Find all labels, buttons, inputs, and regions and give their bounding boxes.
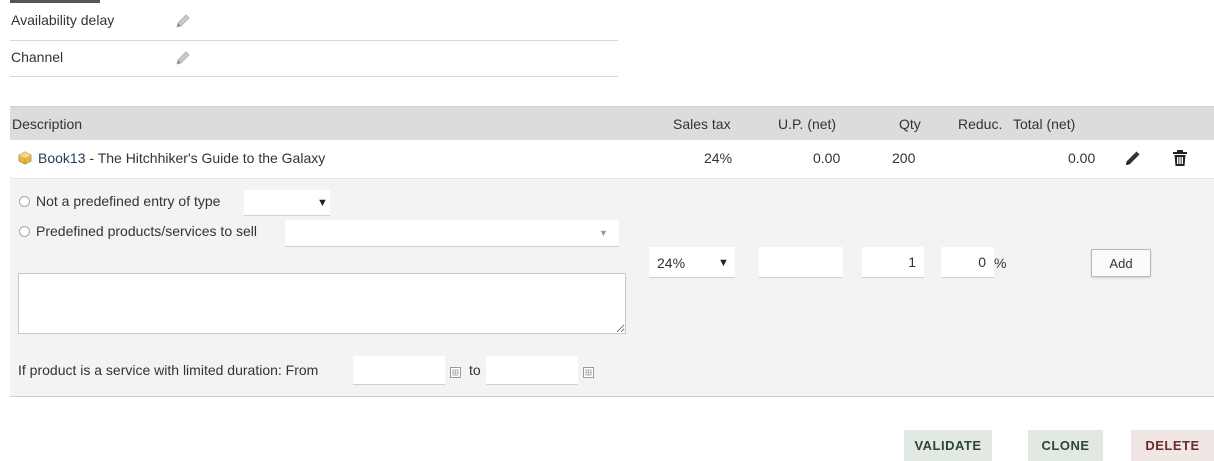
table-header: Description Sales tax U.P. (net) Qty Red… [10,106,1214,141]
add-button[interactable]: Add [1091,249,1151,277]
product-ref: Book13 [38,150,86,166]
radio-free-entry[interactable] [19,196,30,207]
tax-rate-value: 24% [657,255,686,271]
column-header-total-net: Total (net) [1013,116,1076,132]
date-from-input[interactable] [353,356,445,385]
reduction-unit: % [994,255,1007,271]
trash-icon[interactable] [1172,149,1188,170]
add-button-label: Add [1109,255,1133,271]
property-label: Availability delay [11,12,115,28]
qty-input[interactable] [862,247,924,278]
column-header-qty: Qty [899,116,921,132]
date-to-label: to [469,362,481,378]
duration-label: If product is a service with limited dur… [18,362,319,378]
column-header-sales-tax: Sales tax [673,116,731,132]
pencil-icon[interactable] [1123,150,1141,171]
property-label: Channel [11,49,64,65]
chevron-down-icon: ▼ [599,228,608,238]
unit-price-input[interactable] [759,247,843,278]
pencil-icon[interactable] [174,49,192,70]
table-row: Book13 - The Hitchhiker's Guide to the G… [10,140,1214,179]
qty-value: 200 [892,150,916,166]
product-link[interactable]: Book13 - The Hitchhiker's Guide to the G… [38,150,325,166]
column-header-reduction: Reduc. [958,116,1003,132]
total-net-value: 0.00 [1068,150,1096,166]
validate-button[interactable]: VALIDATE [904,430,992,461]
chevron-down-icon: ▼ [317,197,328,209]
product-label: The Hitchhiker's Guide to the Galaxy [97,150,326,166]
clone-button-label: CLONE [1041,438,1090,453]
predefined-product-select[interactable]: ▼ [285,220,619,247]
sales-tax-value: 24% [704,150,733,166]
chevron-down-icon: ▼ [718,257,729,269]
radio-predefined-label: Predefined products/services to sell [36,223,257,239]
description-textarea[interactable] [18,273,626,334]
validate-button-label: VALIDATE [914,438,982,453]
entry-type-select[interactable]: ▼ [244,190,330,216]
product-type-icon [18,151,32,168]
calendar-icon[interactable] [450,365,461,381]
date-to-input[interactable] [486,356,578,385]
product-separator: - [85,150,98,166]
calendar-icon[interactable] [583,365,594,381]
tax-rate-select[interactable]: 24% ▼ [649,247,735,278]
property-row-channel: Channel [10,40,618,77]
column-header-description: Description [12,116,83,132]
column-header-unit-price: U.P. (net) [778,116,837,132]
add-line-form: Not a predefined entry of type ▼ Predefi… [10,179,1214,397]
property-row-availability-delay: Availability delay [10,4,618,41]
clone-button[interactable]: CLONE [1028,430,1103,461]
reduction-input[interactable] [941,247,994,278]
delete-button[interactable]: DELETE [1131,430,1214,461]
unit-price-value: 0.00 [813,150,841,166]
pencil-icon[interactable] [174,12,192,33]
truncated-line [10,0,100,3]
radio-free-entry-label: Not a predefined entry of type [36,193,221,209]
delete-button-label: DELETE [1145,438,1200,453]
radio-predefined[interactable] [19,226,30,237]
